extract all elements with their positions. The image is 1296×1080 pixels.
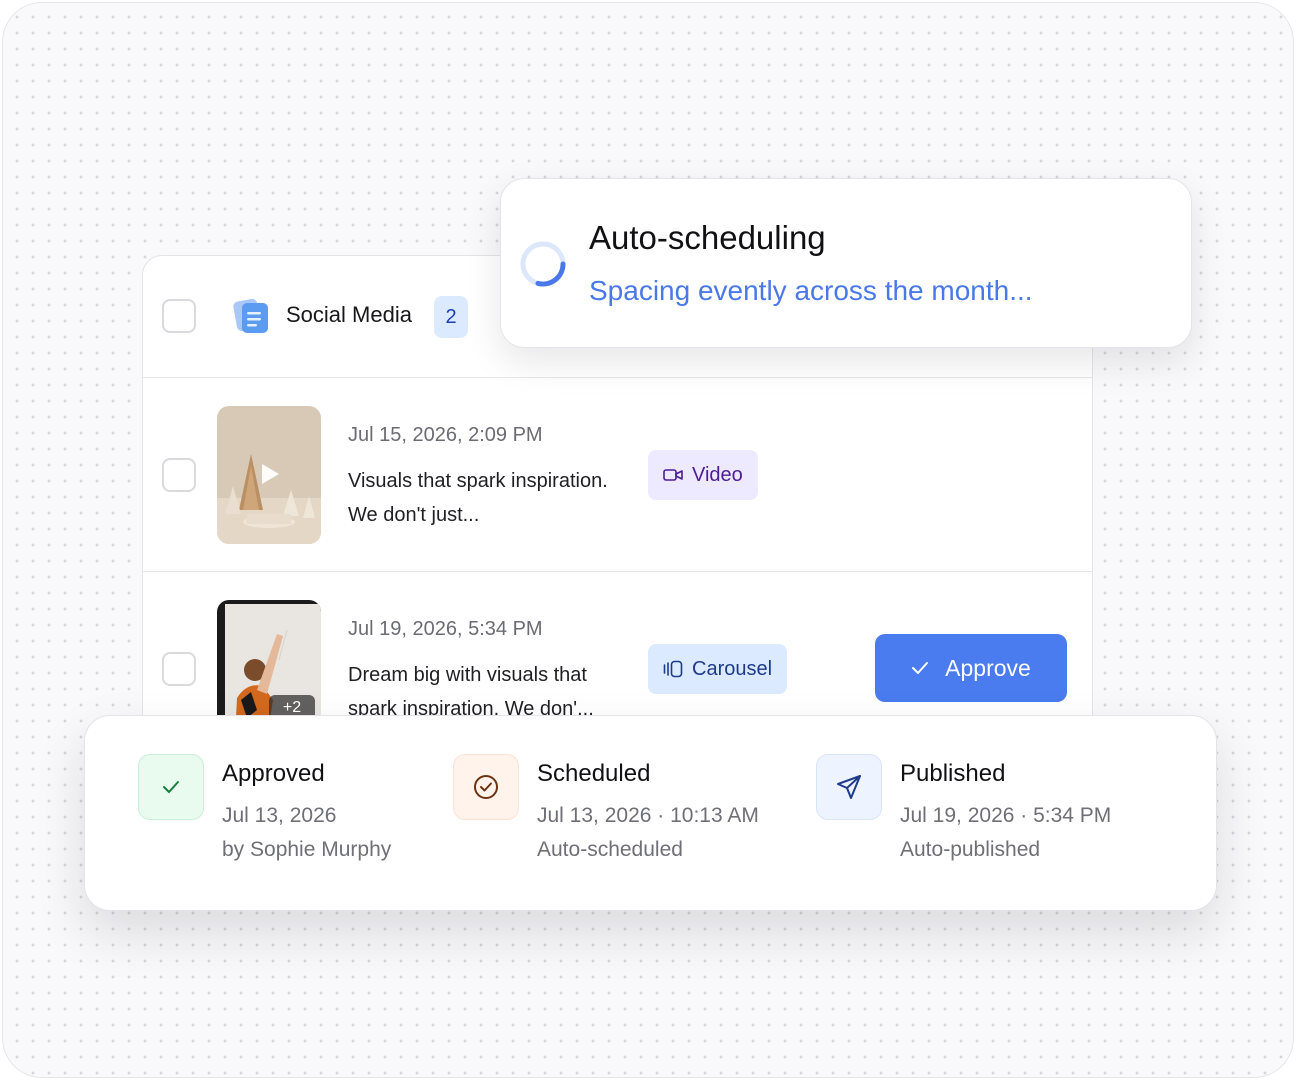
post-type-tag: Video — [648, 450, 758, 500]
post-caption: Visuals that spark inspiration. We don't… — [348, 470, 608, 526]
post-type-label: Video — [692, 463, 743, 486]
video-camera-icon — [663, 469, 683, 481]
post-type-label: Carousel — [692, 657, 773, 680]
post-date: Jul 15, 2026, 2:09 PM — [348, 424, 543, 446]
status-detail: by Sophie Murphy — [222, 838, 392, 861]
status-title: Published — [900, 760, 1006, 787]
published-status-icon — [816, 754, 882, 820]
document-stack-icon — [233, 298, 268, 333]
group-count-badge: 2 — [434, 296, 468, 338]
status-date: Jul 19, 2026 · 5:34 PM — [900, 804, 1112, 827]
auto-scheduling-subtitle: Spacing evently across the month... — [589, 275, 1033, 306]
row-checkbox[interactable] — [162, 652, 196, 686]
send-icon — [837, 775, 861, 799]
status-detail: Auto-published — [900, 838, 1041, 861]
clock-check-icon — [474, 775, 498, 799]
post-date: Jul 19, 2026, 5:34 PM — [348, 618, 543, 640]
post-status-timeline: Approved Jul 13, 2026 by Sophie Murphy S… — [84, 715, 1217, 911]
row-checkbox[interactable] — [162, 458, 196, 492]
approved-status-icon — [138, 754, 204, 820]
auto-scheduling-title: Auto-scheduling — [589, 219, 826, 256]
status-title: Approved — [222, 760, 325, 787]
status-detail: Auto-scheduled — [537, 838, 683, 861]
status-date: Jul 13, 2026 · 10:13 AM — [537, 804, 759, 827]
tree-photo-image — [217, 406, 321, 544]
select-all-checkbox[interactable] — [162, 299, 196, 333]
approve-button[interactable]: Approve — [875, 634, 1067, 702]
canvas-background: Social Media 2 Jul 15, 2026, 2:09 PM Vis… — [2, 2, 1294, 1078]
check-icon — [163, 781, 179, 793]
post-row[interactable]: Jul 15, 2026, 2:09 PM Visuals that spark… — [143, 378, 1092, 572]
status-title: Scheduled — [537, 760, 651, 787]
status-date: Jul 13, 2026 — [222, 804, 337, 827]
check-icon — [912, 662, 929, 674]
scheduled-status-icon — [453, 754, 519, 820]
group-title: Social Media — [286, 302, 412, 327]
auto-scheduling-toast: Auto-scheduling Spacing evently across t… — [500, 178, 1192, 348]
approve-button-label: Approve — [945, 654, 1031, 681]
post-thumbnail[interactable] — [217, 406, 321, 544]
loading-spinner-icon — [520, 241, 566, 287]
carousel-icon — [663, 660, 683, 678]
post-type-tag: Carousel — [648, 644, 788, 694]
